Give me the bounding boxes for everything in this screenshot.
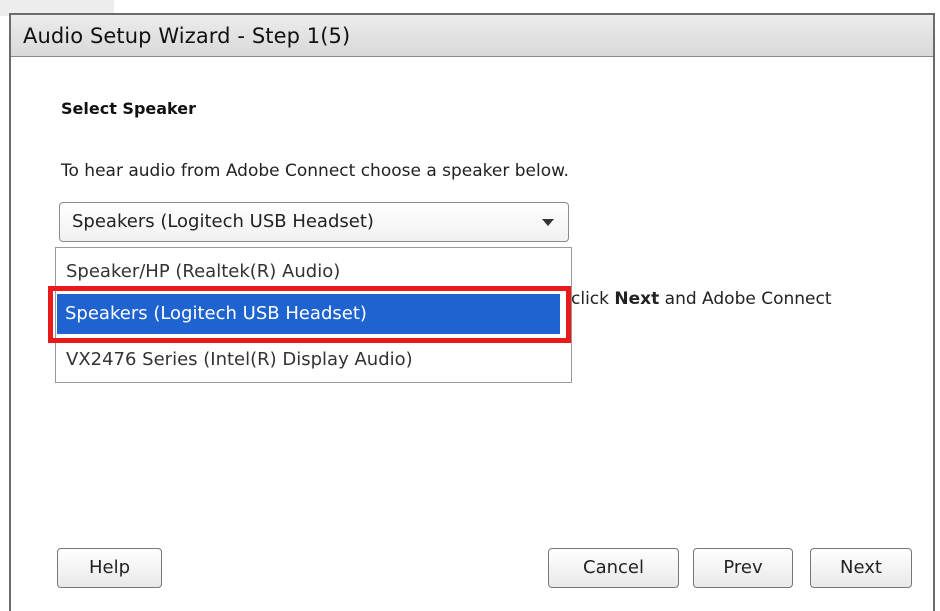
partially-hidden-instruction: click Next and Adobe Connect [571, 289, 832, 309]
speaker-option-logitech[interactable]: Speakers (Logitech USB Headset) [57, 294, 560, 334]
speaker-dropdown[interactable]: Speakers (Logitech USB Headset) [59, 202, 569, 242]
window-title: Audio Setup Wizard - Step 1(5) [11, 15, 933, 57]
section-heading: Select Speaker [61, 99, 196, 118]
speaker-dropdown-value: Speakers (Logitech USB Headset) [72, 211, 374, 232]
cancel-button[interactable]: Cancel [548, 548, 679, 588]
speaker-option-realtek[interactable]: Speaker/HP (Realtek(R) Audio) [56, 251, 571, 293]
chevron-down-icon[interactable] [542, 219, 554, 226]
help-button[interactable]: Help [57, 548, 162, 588]
speaker-dropdown-list: Speaker/HP (Realtek(R) Audio) Speakers (… [55, 247, 572, 383]
hidden-text-prefix: click [571, 289, 615, 309]
hidden-text-bold: Next [614, 289, 660, 309]
next-button[interactable]: Next [810, 548, 912, 588]
hidden-text-suffix: and Adobe Connect [659, 289, 832, 309]
prev-button[interactable]: Prev [693, 548, 793, 588]
speaker-option-vx2476[interactable]: VX2476 Series (Intel(R) Display Audio) [56, 339, 571, 381]
audio-setup-wizard-dialog: Audio Setup Wizard - Step 1(5) Select Sp… [9, 13, 935, 611]
instruction-text: To hear audio from Adobe Connect choose … [61, 161, 569, 181]
